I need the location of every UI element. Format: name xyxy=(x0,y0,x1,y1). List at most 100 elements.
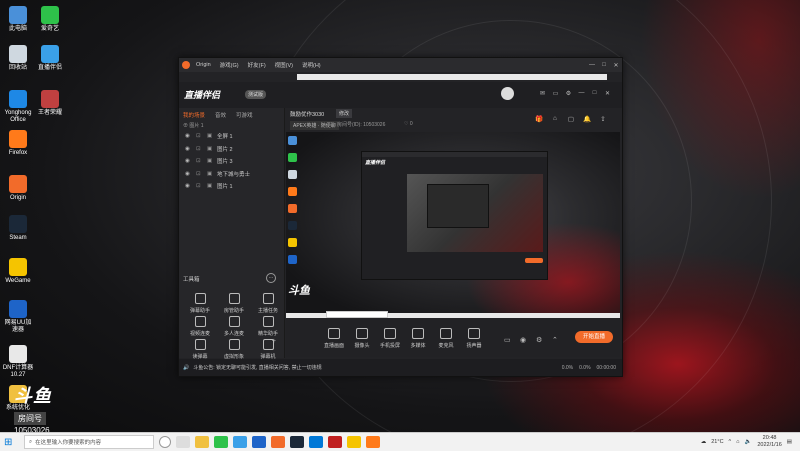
settings-icon[interactable]: ⚙ xyxy=(536,336,542,344)
menu-help[interactable]: 说明(H) xyxy=(302,61,321,69)
cortana-icon[interactable] xyxy=(159,436,171,448)
steam-taskbar-icon[interactable] xyxy=(290,436,304,448)
menu-game[interactable]: 游戏(G) xyxy=(220,61,239,69)
tool-item[interactable]: 房管助手 xyxy=(219,293,249,314)
maximize-icon[interactable]: □ xyxy=(588,90,601,97)
room-id: 房间号(ID): 10503026 xyxy=(337,122,386,128)
record-icon[interactable]: ▭ xyxy=(504,336,511,344)
layer-item[interactable]: ◉ ⊡ ▣ 图片 1 xyxy=(179,180,284,193)
tool-item[interactable]: 视频连麦 xyxy=(185,316,215,337)
live-taskbar-icon[interactable] xyxy=(309,436,323,448)
desktop-icon[interactable]: 直播伴侣 xyxy=(34,45,66,72)
more-tools-icon[interactable]: ··· xyxy=(266,273,276,283)
menu-view[interactable]: 视图(V) xyxy=(275,61,293,69)
stream-preview[interactable]: 直播伴侣 斗鱼 xyxy=(286,132,620,318)
tool-add-icon[interactable]: + xyxy=(272,338,276,345)
desktop-icon[interactable]: 网易UU加速器 xyxy=(2,300,34,334)
desktop-icon[interactable]: 回收站 xyxy=(2,45,34,72)
tool-item[interactable]: 弹幕机 xyxy=(253,339,283,360)
tool-item[interactable]: 虚拟形象 xyxy=(219,339,249,360)
stream-category[interactable]: APEX英雄 · 随便聊 xyxy=(290,121,339,130)
apex-taskbar-icon[interactable] xyxy=(328,436,342,448)
layer-item[interactable]: ◉ ⊡ ▣ 图片 3 xyxy=(179,155,284,168)
settings-icon[interactable]: ⚙ xyxy=(562,90,575,97)
source-item[interactable]: 直播画面 xyxy=(319,328,349,349)
tool-item[interactable]: 弹幕助手 xyxy=(185,293,215,314)
tool-item[interactable]: 读弹幕 xyxy=(185,339,215,360)
weather-icon[interactable]: ☁ xyxy=(701,439,707,445)
iqiyi-taskbar-icon[interactable] xyxy=(214,436,228,448)
eye-icon[interactable]: ◉ xyxy=(185,158,192,164)
file-explorer-icon[interactable] xyxy=(195,436,209,448)
douyu-taskbar-icon[interactable] xyxy=(347,436,361,448)
share-icon[interactable]: ⇪ xyxy=(595,115,611,123)
tool-item[interactable]: 多人连麦 xyxy=(219,316,249,337)
volume-icon[interactable]: 🔈 xyxy=(744,439,751,445)
start-icon[interactable]: ⊞ xyxy=(4,437,18,448)
layer-item[interactable]: ◉ ⊡ ▣ 图片 2 xyxy=(179,143,284,156)
lock-icon[interactable]: ⊡ xyxy=(196,158,203,164)
tools-title: 工具箱 xyxy=(183,277,200,283)
lock-icon[interactable]: ⌂ xyxy=(547,115,563,123)
lock-icon[interactable]: ⊡ xyxy=(196,146,203,152)
desktop-icon[interactable]: WeGame xyxy=(2,258,34,285)
source-item[interactable]: 扬声器 xyxy=(459,328,489,349)
collapse-icon[interactable]: ⌃ xyxy=(552,336,558,344)
user-avatar[interactable] xyxy=(501,87,514,100)
desktop-icon[interactable]: Steam xyxy=(2,215,34,242)
desktop-icon[interactable]: 此电脑 xyxy=(2,6,34,33)
gift-icon[interactable]: 🎁 xyxy=(531,115,547,123)
tool-item[interactable]: 精华助手 xyxy=(253,316,283,337)
eye-icon[interactable]: ◉ xyxy=(185,171,192,177)
notification-icon[interactable]: ▤ xyxy=(787,439,792,445)
task-view-icon[interactable] xyxy=(176,436,190,448)
tab-sound[interactable]: 音效 xyxy=(215,111,226,119)
minimize-icon[interactable]: — xyxy=(575,90,588,97)
uu-taskbar-icon[interactable] xyxy=(252,436,266,448)
eye-icon[interactable]: ◉ xyxy=(185,146,192,152)
edit-title-button[interactable]: 修改 xyxy=(336,109,353,118)
desktop-icon-label: 此电脑 xyxy=(8,26,27,32)
menu-origin[interactable]: Origin xyxy=(196,62,211,68)
source-item[interactable]: 摄像头 xyxy=(347,328,377,349)
edge-icon[interactable] xyxy=(233,436,247,448)
taskbar-clock[interactable]: 20:48 2022/1/16 xyxy=(757,435,781,449)
menu-friends[interactable]: 好友(F) xyxy=(248,61,266,69)
lock-icon[interactable]: ⊡ xyxy=(196,133,203,139)
desktop-icon[interactable]: Yonghong Office xyxy=(2,90,34,124)
eye-icon[interactable]: ◉ xyxy=(185,183,192,189)
origin-search-bar[interactable] xyxy=(297,74,607,80)
taskbar-search[interactable]: ⌕ 在这里输入你要搜索的内容 xyxy=(24,435,154,449)
close-icon[interactable]: ✕ xyxy=(610,62,622,69)
layer-item[interactable]: ◉ ⊡ ▣ 地下城与勇士 xyxy=(179,168,284,181)
tab-my-scenes[interactable]: 我的场景 xyxy=(183,111,205,119)
tab-games[interactable]: 可游戏 xyxy=(236,111,253,119)
eye-icon[interactable]: ◉ xyxy=(520,336,526,344)
lock-icon[interactable]: ⊡ xyxy=(196,171,203,177)
window-icon[interactable]: ▢ xyxy=(563,115,579,123)
layer-item[interactable]: ◉ ⊡ ▣ 全屏 1 xyxy=(179,130,284,143)
desktop-icon[interactable]: DNF计算器 10.27 xyxy=(2,345,34,379)
desktop-icon[interactable]: 王者荣耀 xyxy=(34,90,66,117)
desktop-icon[interactable]: Origin xyxy=(2,175,34,202)
source-item[interactable]: 多媒体 xyxy=(403,328,433,349)
origin-taskbar-icon[interactable] xyxy=(271,436,285,448)
desktop-icon[interactable]: 爱奇艺 xyxy=(34,6,66,33)
message-icon[interactable]: ▭ xyxy=(549,90,562,97)
maximize-icon[interactable]: □ xyxy=(598,62,610,69)
start-live-button[interactable]: 开始直播 xyxy=(575,331,613,343)
temperature[interactable]: 21°C xyxy=(711,439,723,445)
source-item[interactable]: 麦克风 xyxy=(431,328,461,349)
desktop-icon[interactable]: Firefox xyxy=(2,130,34,157)
minimize-icon[interactable]: — xyxy=(586,62,598,69)
close-icon[interactable]: ✕ xyxy=(601,90,614,97)
lock-icon[interactable]: ⊡ xyxy=(196,183,203,189)
eye-icon[interactable]: ◉ xyxy=(185,133,192,139)
tray-expand-icon[interactable]: ^ xyxy=(729,439,732,445)
mail-icon[interactable]: ✉ xyxy=(536,90,549,97)
network-icon[interactable]: ⌂ xyxy=(736,439,739,445)
bell-icon[interactable]: 🔔 xyxy=(579,115,595,123)
source-item[interactable]: 手机投屏 xyxy=(375,328,405,349)
tool-item[interactable]: 主播任务 xyxy=(253,293,283,314)
firefox-taskbar-icon[interactable] xyxy=(366,436,380,448)
